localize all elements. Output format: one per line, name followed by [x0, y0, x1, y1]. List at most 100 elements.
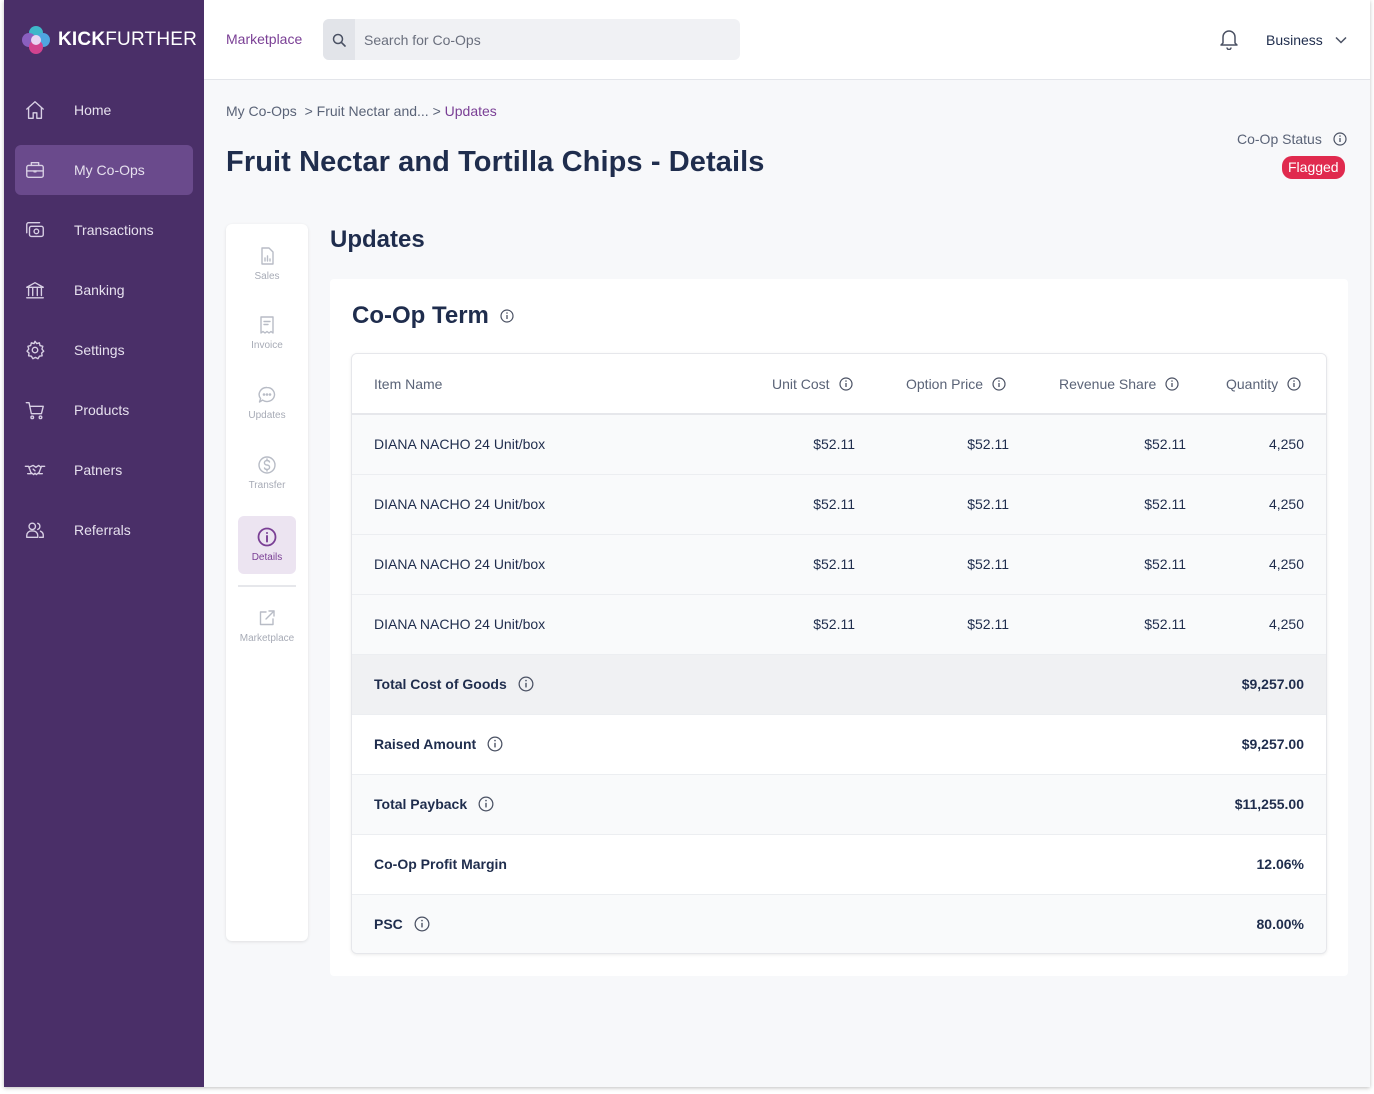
info-icon[interactable] — [518, 676, 534, 692]
cell-item-name: DIANA NACHO 24 Unit/box — [374, 616, 546, 632]
info-icon[interactable] — [1333, 132, 1347, 146]
breadcrumb-middle[interactable]: > Fruit Nectar and... — [305, 103, 429, 119]
summary-label-text: PSC — [374, 916, 403, 932]
summary-label-text: Raised Amount — [374, 736, 477, 752]
summary-row-profit-margin: Co-Op Profit Margin 12.06% — [352, 835, 1326, 895]
info-icon[interactable] — [1287, 377, 1301, 391]
sidebar-item-label: Home — [74, 102, 112, 118]
summary-label: Co-Op Profit Margin — [374, 856, 507, 872]
search-box[interactable] — [323, 19, 740, 60]
info-icon[interactable] — [500, 309, 514, 323]
info-icon[interactable] — [478, 796, 494, 812]
cell-unit-cost: $52.11 — [813, 496, 855, 512]
sidebar-item-label: Referrals — [74, 522, 131, 538]
search-icon[interactable] — [323, 19, 355, 60]
sidebar-item-products[interactable]: Products — [15, 385, 193, 435]
info-icon[interactable] — [1165, 377, 1179, 391]
sidebar-item-label: Products — [74, 402, 130, 418]
table-row[interactable]: DIANA NACHO 24 Unit/box $52.11 $52.11 $5… — [352, 595, 1326, 655]
subnav-label: Updates — [248, 410, 286, 421]
app-window: KICKFURTHER Home My Co-Ops Transactions … — [4, 0, 1370, 1087]
table-header: Item Name Unit Cost Option Price Revenue… — [352, 354, 1326, 415]
sidebar-item-settings[interactable]: Settings — [15, 325, 193, 375]
account-dropdown[interactable]: Business — [1266, 32, 1347, 48]
column-header-item-name: Item Name — [374, 376, 443, 392]
sidebar-item-banking[interactable]: Banking — [15, 265, 193, 315]
cell-unit-cost: $52.11 — [813, 556, 855, 572]
summary-value: $9,257.00 — [1241, 676, 1304, 692]
co-op-term-card: Co-Op Term Item Name Unit Cost Option Pr… — [330, 279, 1348, 976]
summary-row-total-payback: Total Payback $11,255.00 — [352, 775, 1326, 835]
sidebar-item-partners[interactable]: Patners — [15, 445, 193, 495]
logo-text: KICKFURTHER — [58, 29, 198, 50]
breadcrumb-current: Updates — [444, 103, 497, 119]
cell-revenue-share: $52.11 — [1144, 496, 1186, 512]
gear-icon — [23, 338, 47, 362]
section-title: Updates — [330, 226, 425, 253]
search-input[interactable] — [355, 31, 725, 48]
cell-option-price: $52.11 — [967, 556, 1009, 572]
subnav-updates[interactable]: Updates — [238, 374, 296, 432]
status-label-text: Co-Op Status — [1237, 131, 1322, 147]
subnav-marketplace[interactable]: Marketplace — [238, 597, 296, 655]
dollar-icon — [258, 456, 276, 474]
summary-label: Total Payback — [374, 796, 494, 812]
table-row[interactable]: DIANA NACHO 24 Unit/box $52.11 $52.11 $5… — [352, 475, 1326, 535]
column-header-label: Option Price — [906, 376, 984, 392]
brand-logo[interactable]: KICKFURTHER — [18, 22, 197, 58]
bell-icon[interactable] — [1219, 28, 1239, 55]
co-op-term-table: Item Name Unit Cost Option Price Revenue… — [351, 353, 1327, 954]
subnav-label: Marketplace — [239, 633, 295, 644]
cell-quantity: 4,250 — [1268, 436, 1304, 452]
summary-value: $9,257.00 — [1241, 736, 1304, 752]
chat-icon — [258, 386, 276, 403]
cell-quantity: 4,250 — [1268, 556, 1304, 572]
info-icon[interactable] — [992, 377, 1006, 391]
column-header-label: Revenue Share — [1059, 376, 1157, 392]
table-row[interactable]: DIANA NACHO 24 Unit/box $52.11 $52.11 $5… — [352, 535, 1326, 595]
card-title: Co-Op Term — [352, 302, 514, 330]
summary-value: 80.00% — [1256, 916, 1304, 932]
account-label: Business — [1266, 32, 1323, 48]
breadcrumb-separator: > — [432, 103, 441, 119]
subnav-details[interactable]: Details — [238, 516, 296, 574]
sidebar-item-label: Settings — [74, 342, 125, 358]
summary-label: PSC — [374, 916, 430, 932]
chevron-down-icon — [1335, 36, 1347, 44]
chart-doc-icon — [261, 247, 274, 265]
summary-row-psc: PSC 80.00% — [352, 895, 1326, 953]
subnav-transfer[interactable]: Transfer — [238, 444, 296, 502]
subnav-invoice[interactable]: Invoice — [238, 304, 296, 362]
subnav-divider — [238, 585, 296, 587]
top-bar: Marketplace Business — [204, 0, 1370, 80]
details-sub-nav: Sales Invoice Updates Transfer Details M… — [226, 224, 308, 941]
sidebar-item-referrals[interactable]: Referrals — [15, 505, 193, 555]
cell-option-price: $52.11 — [967, 436, 1009, 452]
info-icon[interactable] — [838, 377, 853, 391]
info-icon[interactable] — [487, 736, 503, 752]
summary-value: $11,255.00 — [1234, 796, 1304, 812]
sidebar-item-transactions[interactable]: Transactions — [15, 205, 193, 255]
briefcase-icon — [23, 158, 47, 182]
breadcrumb-root[interactable]: My Co-Ops — [226, 103, 297, 119]
home-icon — [23, 98, 47, 122]
sidebar-item-my-co-ops[interactable]: My Co-Ops — [15, 145, 193, 195]
summary-label: Total Cost of Goods — [374, 676, 534, 692]
page-title: Fruit Nectar and Tortilla Chips - Detail… — [226, 146, 765, 178]
bank-icon — [23, 278, 47, 302]
cell-item-name: DIANA NACHO 24 Unit/box — [374, 496, 546, 512]
table-row[interactable]: DIANA NACHO 24 Unit/box $52.11 $52.11 $5… — [352, 415, 1326, 475]
column-header-label: Quantity — [1226, 376, 1279, 392]
subnav-label: Sales — [254, 271, 280, 282]
logo-mark-icon — [18, 22, 54, 58]
cell-revenue-share: $52.11 — [1144, 436, 1186, 452]
co-op-status-label: Co-Op Status — [1237, 131, 1347, 147]
info-icon[interactable] — [414, 916, 430, 932]
marketplace-link[interactable]: Marketplace — [226, 31, 302, 47]
users-icon — [23, 518, 47, 542]
sidebar-item-home[interactable]: Home — [15, 85, 193, 135]
cell-quantity: 4,250 — [1268, 496, 1304, 512]
subnav-sales[interactable]: Sales — [238, 235, 296, 293]
card-title-text: Co-Op Term — [352, 302, 489, 329]
column-header-revenue-share: Revenue Share — [1059, 376, 1179, 392]
